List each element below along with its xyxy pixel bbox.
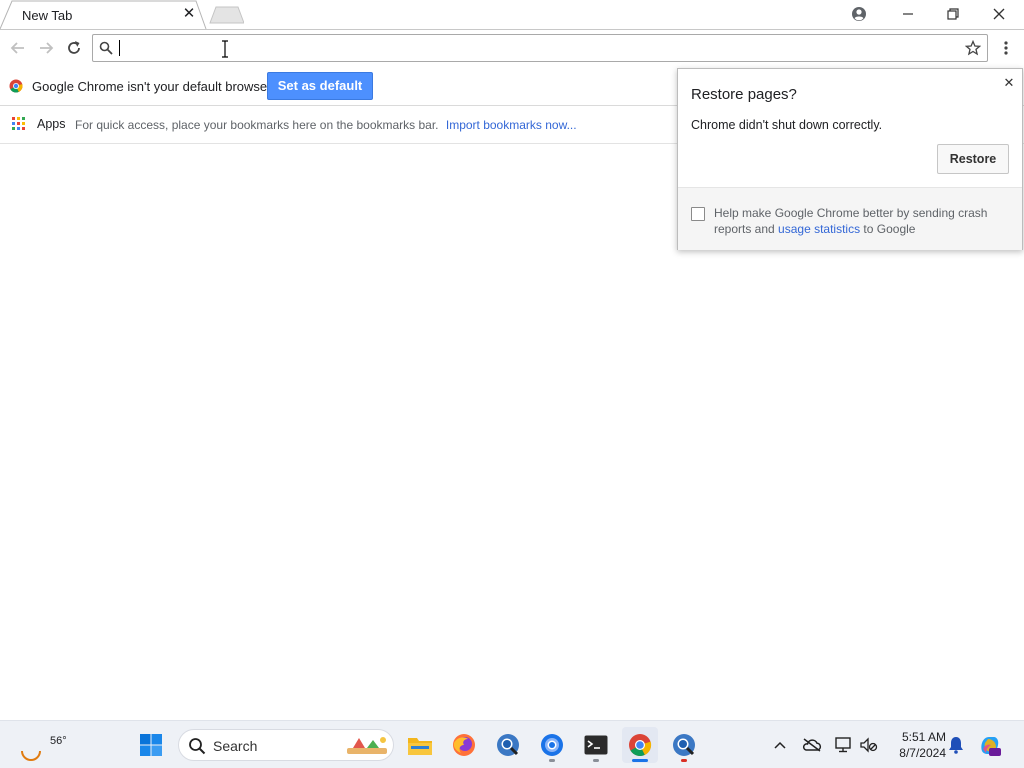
minimize-icon (903, 13, 913, 15)
chrome-app-icon (673, 734, 695, 756)
volume-muted-icon (860, 737, 878, 753)
running-indicator (549, 759, 555, 762)
footer-suffix: to Google (860, 222, 916, 236)
chrome-app-icon (497, 734, 519, 756)
usage-statistics-link[interactable]: usage statistics (778, 222, 860, 236)
crash-report-checkbox[interactable] (691, 207, 705, 221)
cloud-offline-icon (802, 738, 822, 752)
notifications-button[interactable] (944, 733, 968, 757)
chrome-app-active[interactable] (622, 727, 658, 763)
popup-footer: Help make Google Chrome better by sendin… (678, 188, 1022, 250)
toolbar (0, 29, 1024, 66)
search-icon (99, 41, 113, 55)
file-explorer-app[interactable] (402, 727, 438, 763)
forward-arrow-icon (40, 42, 54, 54)
restore-button[interactable] (930, 0, 976, 28)
profile-icon[interactable] (836, 0, 882, 28)
system-clock[interactable]: 5:51 AM 8/7/2024 (886, 729, 946, 761)
popup-close-icon[interactable]: ✕ (1001, 75, 1017, 91)
copilot-icon (981, 737, 1001, 756)
close-icon (993, 8, 1005, 20)
chrome-canary-app[interactable] (534, 727, 570, 763)
weather-icon (21, 750, 41, 761)
terminal-icon (584, 735, 608, 755)
bookmarks-hint-text: For quick access, place your bookmarks h… (75, 118, 439, 132)
back-arrow-icon (10, 42, 24, 54)
running-indicator (593, 759, 599, 762)
kebab-menu-icon (1004, 41, 1008, 55)
tab-close-icon[interactable]: ✕ (181, 6, 197, 22)
chrome-app-1[interactable] (490, 727, 526, 763)
text-cursor-icon (222, 40, 228, 58)
restore-pages-popup: Restore pages? ✕ Chrome didn't shut down… (677, 68, 1023, 250)
onedrive-tray[interactable] (800, 733, 824, 757)
search-label: Search (213, 738, 258, 754)
address-input[interactable] (119, 38, 959, 58)
network-icon (835, 737, 851, 753)
start-button[interactable] (133, 727, 169, 763)
crash-report-label: Help make Google Chrome better by sendin… (714, 205, 1004, 237)
chrome-canary-icon (541, 734, 563, 756)
running-indicator (681, 759, 687, 762)
minimize-button[interactable] (885, 0, 931, 28)
taskbar-search[interactable]: Search (178, 729, 394, 761)
search-icon (189, 738, 206, 755)
text-caret (119, 40, 120, 56)
start-icon (140, 734, 162, 756)
copilot-button[interactable] (978, 733, 1002, 757)
set-as-default-button[interactable]: Set as default (267, 72, 373, 100)
apps-label: Apps (37, 117, 66, 131)
network-tray[interactable] (832, 733, 856, 757)
clock-date: 8/7/2024 (899, 746, 946, 760)
chevron-up-icon (774, 741, 786, 749)
taskbar: 56° Search 5:51 AM 8/7/2024 (0, 720, 1024, 768)
chrome-app-2[interactable] (666, 727, 702, 763)
infobar-message: Google Chrome isn't your default browser… (32, 79, 275, 94)
close-button[interactable] (976, 0, 1022, 28)
firefox-app[interactable] (446, 727, 482, 763)
reload-button[interactable] (62, 36, 86, 60)
weather-temperature: 56° (50, 735, 67, 747)
popup-message: Chrome didn't shut down correctly. (691, 118, 883, 132)
reload-icon (68, 41, 80, 54)
volume-tray[interactable] (857, 733, 881, 757)
apps-grid-icon (12, 117, 25, 130)
popup-title: Restore pages? (691, 86, 797, 103)
apps-shortcut[interactable]: Apps (12, 117, 66, 131)
tab-title: New Tab (22, 8, 73, 23)
menu-button[interactable] (994, 36, 1018, 60)
search-highlight-icon (347, 737, 387, 754)
show-hidden-icons-button[interactable] (768, 733, 792, 757)
clock-time: 5:51 AM (901, 730, 946, 744)
chrome-icon (629, 734, 652, 756)
tab-strip: New Tab ✕ (0, 0, 1024, 30)
restore-button[interactable]: Restore (937, 144, 1009, 174)
running-indicator (632, 759, 648, 762)
restore-icon (947, 8, 959, 20)
file-explorer-icon (408, 738, 432, 755)
chrome-logo-icon (9, 79, 23, 93)
bookmark-star-icon[interactable] (965, 40, 981, 56)
firefox-icon (453, 734, 475, 756)
terminal-app[interactable] (578, 727, 614, 763)
back-button[interactable] (6, 36, 30, 60)
import-bookmarks-link[interactable]: Import bookmarks now... (446, 118, 577, 132)
new-tab-button[interactable] (208, 6, 244, 24)
bell-icon (949, 737, 963, 754)
weather-widget[interactable]: 56° (18, 727, 67, 763)
bookmarks-hint: For quick access, place your bookmarks h… (75, 118, 577, 132)
forward-button[interactable] (34, 36, 58, 60)
